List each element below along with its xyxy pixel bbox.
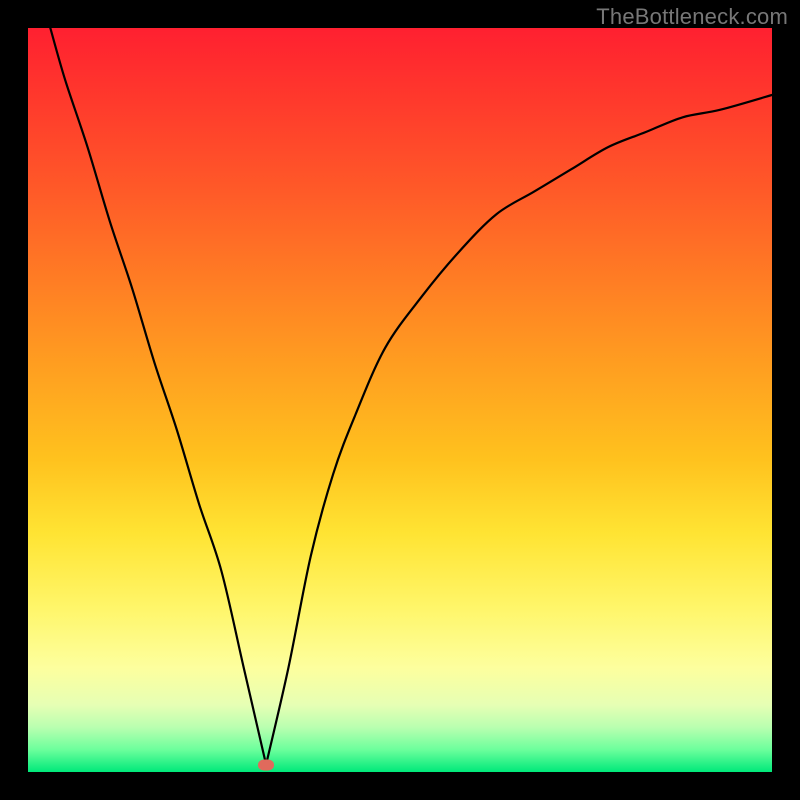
plot-area xyxy=(28,28,772,772)
bottleneck-curve xyxy=(28,28,772,772)
min-marker xyxy=(258,759,274,770)
watermark-text: TheBottleneck.com xyxy=(596,4,788,30)
curve-path xyxy=(50,28,772,765)
chart-frame: TheBottleneck.com xyxy=(0,0,800,800)
